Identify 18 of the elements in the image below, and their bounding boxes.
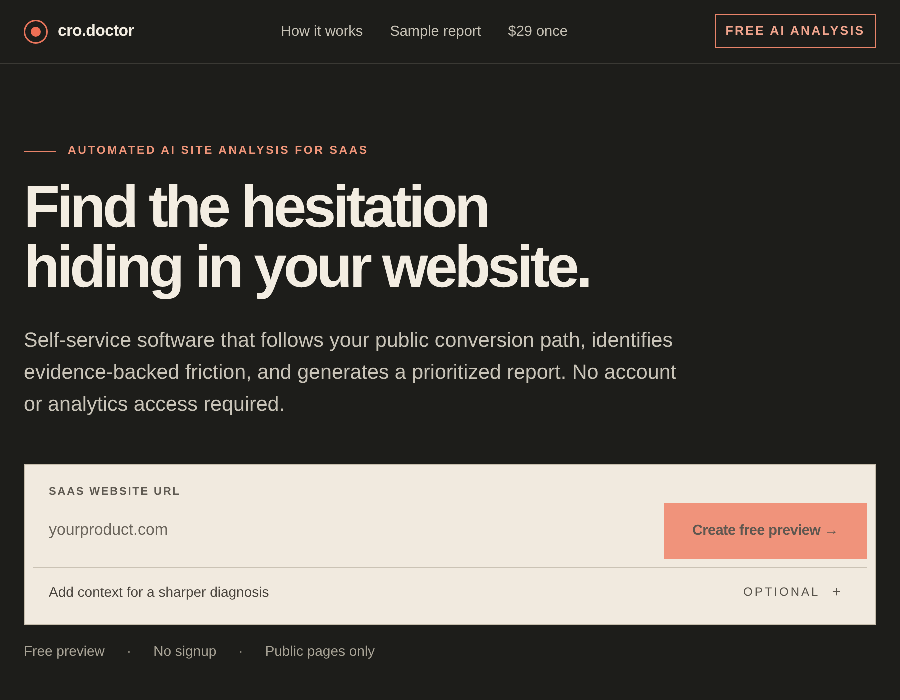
field-label: SAAS WEBSITE URL [49, 486, 181, 498]
free-analysis-button[interactable]: FREE AI ANALYSIS [715, 14, 876, 48]
optional-toggle[interactable]: OPTIONAL + [744, 584, 841, 600]
eyebrow-text: AUTOMATED AI SITE ANALYSIS FOR SAAS [68, 145, 369, 157]
url-input-field[interactable]: yourproduct.com [49, 503, 469, 559]
trust-point: Public pages only [265, 643, 376, 659]
nav-link[interactable]: $29 once [508, 24, 568, 40]
trust-point: Free preview [24, 643, 105, 659]
description-text: Self-service software that follows your public conversion path, identifies evidence-backed friction, and generates a prioritized report. No account or analytics access required. [24, 328, 678, 418]
logo-text[interactable]: cro.doctor [58, 22, 134, 40]
separator-dot: · [126, 643, 132, 659]
context-label: Add context for a sharper diagnosis [49, 584, 270, 600]
nav-link[interactable]: Sample report [390, 24, 482, 40]
separator-dot: · [238, 643, 244, 659]
nav-link[interactable]: How it works [281, 24, 364, 40]
target-logo-icon [24, 20, 48, 44]
trust-point: No signup [154, 643, 217, 659]
headline: Find the hesitation hiding in your website. [24, 177, 591, 297]
